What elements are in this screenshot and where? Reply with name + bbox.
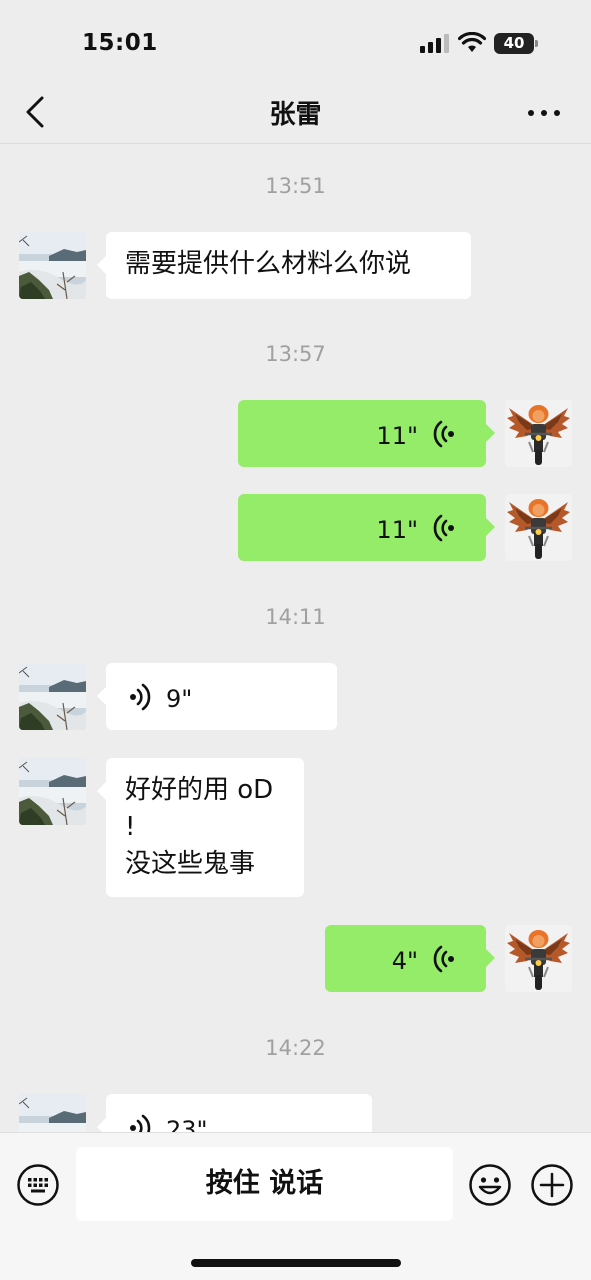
- voice-wave-icon: [128, 1114, 152, 1132]
- message-bubble-incoming[interactable]: 需要提供什么材料么你说: [97, 232, 471, 299]
- voice-message-outgoing[interactable]: 11": [238, 494, 495, 561]
- battery-icon: 40: [494, 33, 538, 54]
- timestamp: 13:51: [265, 174, 326, 198]
- avatar[interactable]: [505, 400, 572, 467]
- voice-duration: 11": [376, 516, 418, 544]
- timestamp: 14:11: [265, 605, 326, 629]
- signal-icon: [420, 34, 449, 53]
- avatar[interactable]: [19, 1094, 86, 1132]
- message-text: 需要提供什么材料么你说: [125, 249, 412, 279]
- voice-wave-icon: [432, 420, 456, 448]
- home-indicator[interactable]: [191, 1259, 401, 1267]
- timestamp: 13:57: [265, 342, 326, 366]
- voice-message-incoming[interactable]: 9": [97, 663, 337, 730]
- status-bar: 15:01 40: [0, 0, 591, 82]
- message-bubble-incoming[interactable]: 好好的用 oD ! 没这些鬼事: [97, 758, 304, 897]
- battery-level: 40: [503, 34, 525, 52]
- message-text: 好好的用 oD ! 没这些鬼事: [125, 775, 274, 879]
- avatar[interactable]: [19, 663, 86, 730]
- status-time: 15:01: [82, 30, 158, 56]
- chat-title: 张雷: [269, 100, 322, 130]
- voice-wave-icon: [432, 945, 456, 973]
- avatar[interactable]: [505, 925, 572, 992]
- voice-duration: 4": [391, 947, 418, 975]
- timestamp: 14:22: [265, 1036, 326, 1060]
- keyboard-icon[interactable]: [16, 1163, 60, 1207]
- voice-duration: 9": [166, 685, 193, 713]
- voice-message-outgoing[interactable]: 11": [238, 400, 495, 467]
- voice-duration: 11": [376, 422, 418, 450]
- voice-message-incoming[interactable]: 23": [97, 1094, 372, 1132]
- avatar[interactable]: [505, 494, 572, 561]
- wifi-icon: [458, 32, 486, 52]
- more-dots-icon[interactable]: [524, 104, 564, 122]
- emoji-icon[interactable]: [468, 1163, 512, 1207]
- voice-wave-icon: [128, 683, 152, 711]
- chat-screen: 15:01 40 张雷 13:51 需要提供什么材料么你说 13:57 11" …: [0, 0, 591, 1280]
- plus-circle-icon[interactable]: [530, 1163, 574, 1207]
- avatar[interactable]: [19, 758, 86, 825]
- voice-message-outgoing[interactable]: 4": [325, 925, 495, 992]
- voice-duration: 23": [166, 1116, 208, 1132]
- avatar[interactable]: [19, 232, 86, 299]
- message-list[interactable]: 13:51 需要提供什么材料么你说 13:57 11" 11" 14:11 9"…: [0, 145, 591, 1132]
- nav-bar: 张雷: [0, 82, 591, 144]
- voice-wave-icon: [432, 514, 456, 542]
- hold-to-talk-button[interactable]: 按住 说话: [76, 1147, 453, 1221]
- input-bar: 按住 说话: [0, 1132, 591, 1280]
